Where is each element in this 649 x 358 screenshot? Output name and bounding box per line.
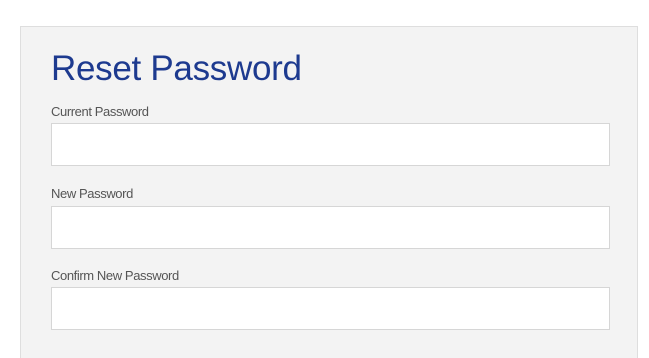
- confirm-new-password-label: Confirm New Password: [51, 268, 179, 283]
- new-password-label: New Password: [51, 186, 133, 201]
- reset-password-panel: Reset Password Current Password New Pass…: [20, 26, 638, 358]
- page-title: Reset Password: [51, 49, 302, 88]
- confirm-new-password-field[interactable]: [51, 287, 610, 330]
- current-password-label: Current Password: [51, 104, 149, 119]
- current-password-field[interactable]: [51, 123, 610, 166]
- new-password-field[interactable]: [51, 206, 610, 249]
